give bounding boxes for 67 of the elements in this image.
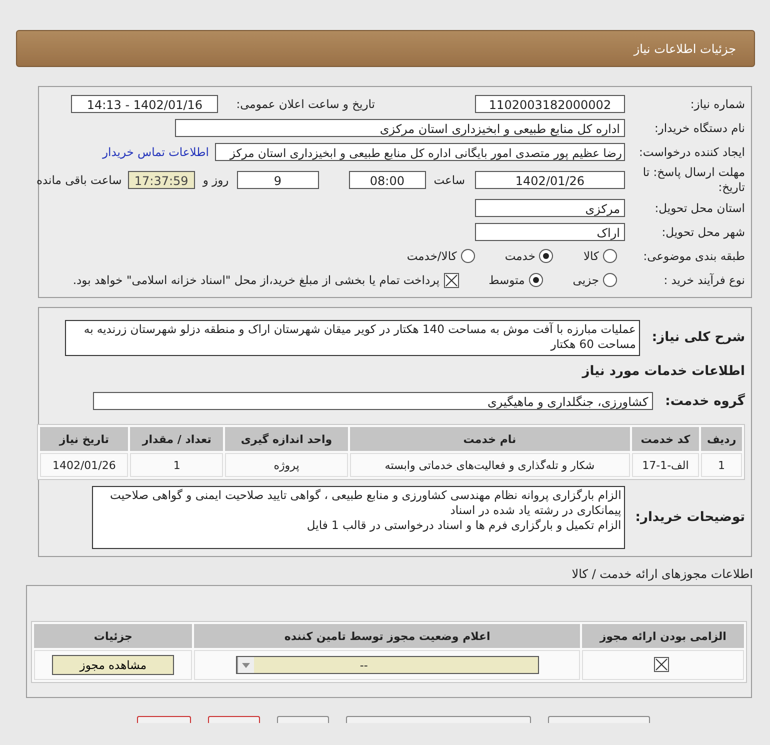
- radio-label: متوسط: [488, 273, 525, 287]
- radio-label: کالا/خدمت: [406, 249, 457, 263]
- status-dropdown[interactable]: --: [236, 656, 539, 674]
- checkbox[interactable]: [444, 272, 459, 288]
- table-cell: 1402/01/26: [40, 453, 128, 477]
- radio-button[interactable]: [539, 249, 554, 263]
- field-label: نام دستگاه خریدار:: [653, 121, 745, 135]
- radio-button[interactable]: [460, 249, 475, 263]
- column-header: جزئیات: [34, 624, 192, 648]
- input-field[interactable]: کشاورزی، جنگلداری و ماهیگیری: [93, 392, 654, 410]
- radio-button[interactable]: [528, 273, 543, 287]
- table-cell: پروژه: [225, 453, 348, 477]
- time-label: ساعت: [434, 173, 465, 187]
- radio-button[interactable]: [603, 249, 617, 263]
- radio-label: خدمت: [504, 249, 536, 263]
- countdown-field[interactable]: 17:37:59: [128, 171, 195, 189]
- days-label: روز و: [202, 173, 229, 187]
- radio-label: جزیی: [572, 273, 599, 287]
- page-title: جزئیات اطلاعات نیاز: [634, 42, 736, 56]
- column-header: نام خدمت: [350, 427, 630, 451]
- field-label: استان محل تحویل:: [654, 201, 745, 215]
- input-field[interactable]: 1102003182000002: [475, 95, 625, 113]
- field-label: شرح کلی نیاز:: [652, 330, 745, 345]
- table-cell: الف-1-17: [632, 453, 700, 477]
- input-field[interactable]: 08:00: [348, 171, 426, 189]
- input-field[interactable]: اراک: [475, 223, 625, 241]
- field-label: توضیحات خریدار:: [635, 510, 745, 524]
- field-label: شهر محل تحویل:: [660, 225, 745, 239]
- input-field[interactable]: 1402/01/26: [475, 171, 625, 189]
- button[interactable]: [346, 716, 531, 723]
- field-label: طبقه بندی موضوعی:: [642, 249, 745, 263]
- contact-link[interactable]: اطلاعات تماس خریدار: [102, 145, 209, 159]
- column-header: الزامی بودن ارائه مجوز: [582, 624, 744, 648]
- checkbox-label: پرداخت تمام یا بخشی از مبلغ خرید،از محل "اسناد خزانه اسلامی" خواهد بود.: [72, 273, 440, 287]
- button[interactable]: [548, 716, 650, 723]
- radio-label: کالا: [583, 249, 599, 263]
- checkbox[interactable]: [654, 656, 669, 672]
- button[interactable]: [277, 716, 329, 723]
- button[interactable]: [137, 716, 191, 723]
- button[interactable]: [208, 716, 260, 723]
- input-field[interactable]: 9: [236, 171, 319, 189]
- field-label: ایجاد کننده درخواست:: [638, 145, 745, 159]
- notes-field[interactable]: الزام بارگزاری پروانه نظام مهندسی کشاورزی و منابع طبیعی ، گواهی تایید صلاحیت ایمنی و گواهی صلاحیت پیمانکاری در رشته یاد شده در اسناد الزام تکمیل و بارگزاری فرم ها و اسناد درخواستی در قالب 1 فایل: [92, 486, 626, 548]
- input-field[interactable]: رضا عظیم پور متصدی امور بایگانی اداره کل منابع طبیعی و ابخیزداری استان مرکز: [215, 143, 625, 161]
- column-header: واحد اندازه گیری: [225, 427, 348, 451]
- column-header: ردیف: [701, 427, 742, 451]
- input-field[interactable]: 1402/01/16 - 14:13: [71, 95, 218, 113]
- field-label: تاریخ و ساعت اعلان عمومی:: [236, 97, 375, 111]
- input-field[interactable]: اداره کل منابع طبیعی و ابخیزداری استان مرکزی: [175, 119, 625, 137]
- table-cell: 1: [701, 453, 742, 477]
- table-cell: 1: [130, 453, 224, 477]
- table-cell: شکار و تله‌گذاری و فعالیت‌های خدماتی وابسته: [350, 453, 630, 477]
- input-field[interactable]: مرکزی: [475, 199, 625, 217]
- section-title: اطلاعات مجوزهای ارائه خدمت / کالا: [570, 567, 754, 581]
- field-label: گروه خدمت:: [665, 394, 745, 408]
- description-field[interactable]: عملیات مبارزه با آفت موش به مساحت 140 هکتار در کویر میقان شهرستان اراک و منطقه دزلو شهرستان زرندیه به مساحت 60 هکتار: [64, 320, 640, 356]
- field-label: شماره نیاز:: [689, 97, 745, 111]
- column-header: تعداد / مقدار: [130, 427, 224, 451]
- field-label: نوع فرآیند خرید :: [662, 273, 745, 287]
- view-license-button[interactable]: مشاهده مجوز: [52, 655, 174, 675]
- column-header: کد خدمت: [632, 427, 700, 451]
- field-label: مهلت ارسال پاسخ: تا تاریخ:: [642, 165, 745, 195]
- radio-button[interactable]: [603, 273, 617, 287]
- section-heading: اطلاعات خدمات مورد نیاز: [582, 364, 745, 378]
- column-header: تاریخ نیاز: [40, 427, 128, 451]
- column-header: اعلام وضعیت مجوز توسط تامین کننده: [194, 624, 580, 648]
- remaining-label: ساعت باقی مانده: [36, 173, 122, 187]
